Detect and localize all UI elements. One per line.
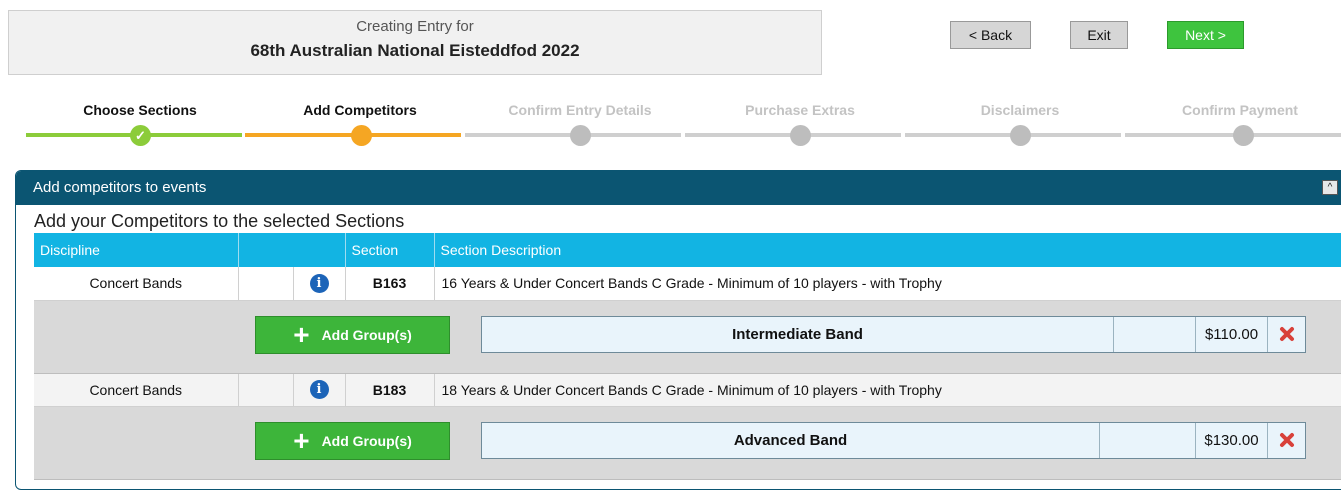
add-group-button[interactable]: + Add Group(s) xyxy=(255,421,450,460)
step-dot-pending xyxy=(790,125,811,146)
section-description: 16 Years & Under Concert Bands C Grade -… xyxy=(434,267,1341,301)
plus-icon: + xyxy=(293,318,310,350)
section-description: 18 Years & Under Concert Bands C Grade -… xyxy=(434,373,1341,407)
section-code: B183 xyxy=(345,373,435,407)
blank-cell xyxy=(238,373,294,407)
header-discipline: Discipline xyxy=(34,233,239,267)
group-entry: Advanced Band $130.00 xyxy=(481,421,1306,459)
info-icon[interactable]: i xyxy=(309,273,329,293)
group-spacer xyxy=(1114,316,1196,352)
progress-steps: Choose Sections Add Competitors Confirm … xyxy=(0,94,1341,154)
step-dot-pending xyxy=(1233,125,1254,146)
back-button[interactable]: < Back xyxy=(950,21,1031,49)
table-row: Concert Bands i B163 16 Years & Under Co… xyxy=(34,267,1341,301)
blank-cell xyxy=(238,267,294,301)
section-code: B163 xyxy=(345,267,435,301)
info-cell: i xyxy=(293,373,346,407)
group-row: + Add Group(s) Intermediate Band $110.00 xyxy=(34,300,1341,374)
step-confirm-entry-details: Confirm Entry Details xyxy=(508,102,652,118)
step-dot-pending xyxy=(1010,125,1031,146)
competitors-panel: Add competitors to events ^ Add your Com… xyxy=(15,170,1341,490)
group-name: Intermediate Band xyxy=(482,316,1114,352)
group-name: Advanced Band xyxy=(482,422,1100,458)
delete-x-icon[interactable] xyxy=(1268,317,1305,352)
sections-table: Discipline Section Section Description C… xyxy=(34,233,1341,480)
delete-x-icon[interactable] xyxy=(1268,423,1305,458)
header-blank xyxy=(238,233,346,267)
group-entry: Intermediate Band $110.00 xyxy=(481,315,1306,353)
add-group-label: Add Group(s) xyxy=(321,432,412,449)
check-icon: ✓ xyxy=(130,125,151,146)
next-button[interactable]: Next > xyxy=(1167,21,1244,49)
panel-title: Add competitors to events xyxy=(33,179,207,196)
step-disclaimers: Disclaimers xyxy=(980,102,1060,118)
step-purchase-extras: Purchase Extras xyxy=(745,102,855,118)
group-spacer xyxy=(1100,422,1196,458)
group-row: + Add Group(s) Advanced Band $130.00 xyxy=(34,406,1341,480)
group-price: $130.00 xyxy=(1196,422,1268,458)
discipline-cell: Concert Bands xyxy=(34,373,239,407)
panel-subtitle: Add your Competitors to the selected Sec… xyxy=(34,211,405,231)
collapse-icon[interactable]: ^ xyxy=(1322,180,1338,195)
discipline-cell: Concert Bands xyxy=(34,267,239,301)
panel-header: Add competitors to events ^ xyxy=(16,171,1341,205)
group-price: $110.00 xyxy=(1196,316,1268,352)
entry-header: Creating Entry for 68th Australian Natio… xyxy=(8,10,822,75)
step-dot-pending xyxy=(570,125,591,146)
step-add-competitors: Add Competitors xyxy=(303,102,417,118)
info-icon[interactable]: i xyxy=(309,380,329,399)
plus-icon: + xyxy=(293,424,310,456)
add-group-label: Add Group(s) xyxy=(321,326,412,343)
step-dot-active xyxy=(351,125,372,146)
info-cell: i xyxy=(293,267,346,301)
step-choose-sections: Choose Sections xyxy=(83,102,197,118)
exit-button[interactable]: Exit xyxy=(1070,21,1128,49)
header-title: 68th Australian National Eisteddfod 2022 xyxy=(250,41,580,60)
table-row: Concert Bands i B183 18 Years & Under Co… xyxy=(34,373,1341,407)
header-description: Section Description xyxy=(434,233,1341,267)
step-confirm-payment: Confirm Payment xyxy=(1182,102,1298,118)
header-subtitle: Creating Entry for xyxy=(356,18,474,35)
add-group-button[interactable]: + Add Group(s) xyxy=(255,315,450,354)
header-section: Section xyxy=(345,233,435,267)
